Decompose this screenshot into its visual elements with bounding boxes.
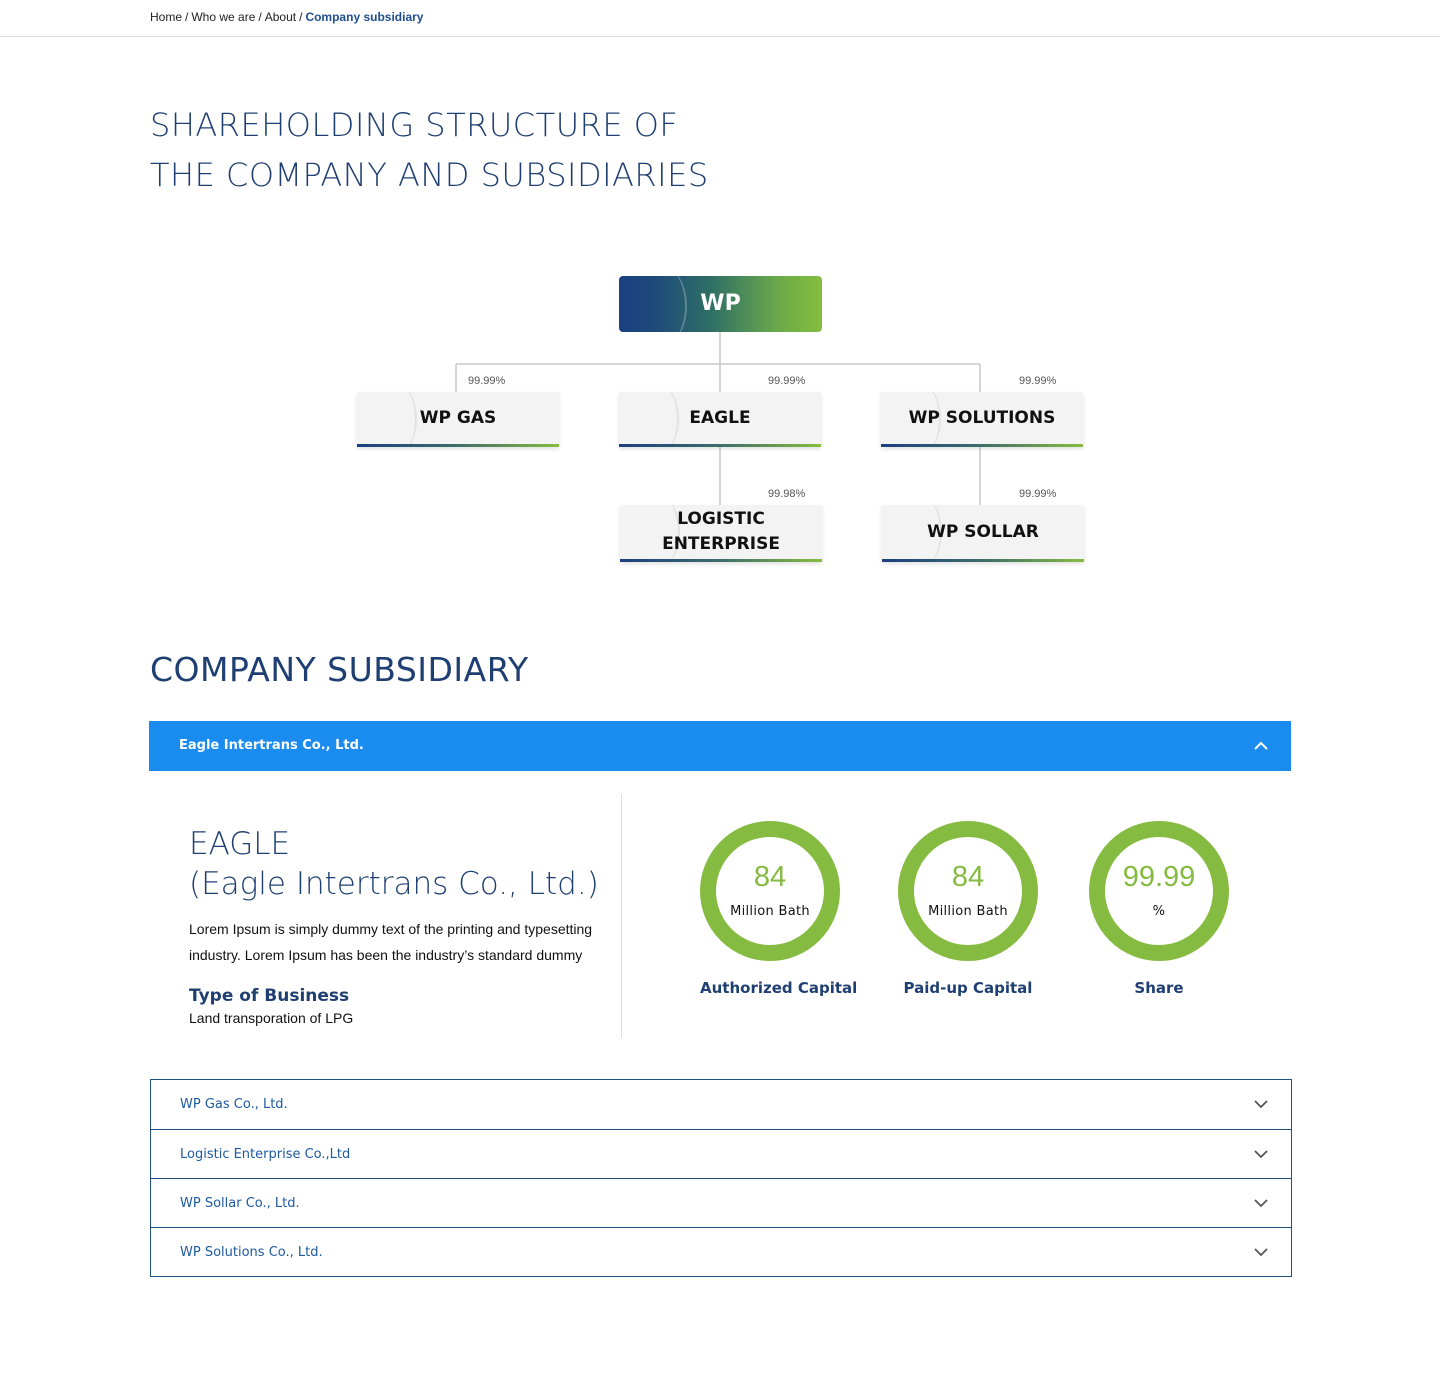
chevron-down-icon[interactable] xyxy=(1253,1146,1269,1162)
org-node-wpsolutions: WP SOLUTIONS xyxy=(881,392,1083,447)
org-node-label: WP SOLLAR xyxy=(927,521,1039,542)
company-detail: EAGLE (Eagle Intertrans Co., Ltd.) Lorem… xyxy=(189,824,609,1026)
share-pct-eagle: 99.99% xyxy=(768,375,806,387)
breadcrumb-home[interactable]: Home xyxy=(150,10,182,24)
chevron-up-icon[interactable] xyxy=(1253,738,1269,754)
page-title-line1: SHAREHOLDING STRUCTURE OF xyxy=(150,106,679,144)
chevron-down-icon[interactable] xyxy=(1253,1244,1269,1260)
shareholding-org-chart: WP 99.99% 99.99% 99.99% 99.98% 99.99% WP… xyxy=(0,0,1440,620)
company-name-full: (Eagle Intertrans Co., Ltd.) xyxy=(189,866,599,902)
chevron-down-icon[interactable] xyxy=(1253,1096,1269,1112)
breadcrumb-current: Company subsidiary xyxy=(305,10,424,24)
stat-unit: Million Bath xyxy=(730,904,810,919)
company-description: Lorem Ipsum is simply dummy text of the … xyxy=(189,921,593,963)
stat-ring: 84 Million Bath xyxy=(898,821,1038,961)
accordion-header-eagle[interactable]: Eagle Intertrans Co., Ltd. xyxy=(149,721,1291,771)
stat-value: 84 xyxy=(753,861,787,893)
page-title-line2: THE COMPANY AND SUBSIDIARIES xyxy=(150,156,709,194)
org-node-wpgas: WP GAS xyxy=(357,392,559,447)
stat-caption: Share xyxy=(1134,979,1184,997)
breadcrumb: Home / Who we are / About / Company subsidiary xyxy=(150,10,424,24)
accordion-item-wp-sollar[interactable]: WP Sollar Co., Ltd. xyxy=(151,1178,1291,1227)
detail-divider xyxy=(621,794,622,1038)
stat-share: 99.99 % Share xyxy=(1089,821,1229,997)
stat-unit: % xyxy=(1152,904,1166,919)
stat-authorized-capital: 84 Million Bath Authorized Capital xyxy=(700,821,858,997)
accordion-header-label: Eagle Intertrans Co., Ltd. xyxy=(179,738,364,753)
org-node-label: WP GAS xyxy=(419,407,497,428)
accordion-item-logistic[interactable]: Logistic Enterprise Co.,Ltd xyxy=(151,1129,1291,1178)
stat-value: 99.99 xyxy=(1122,861,1196,893)
share-pct-wpsolutions: 99.99% xyxy=(1019,375,1057,387)
breadcrumb-who-we-are[interactable]: Who we are xyxy=(191,10,255,24)
share-pct-logistic: 99.98% xyxy=(768,488,806,500)
accordion-item-wp-gas[interactable]: WP Gas Co., Ltd. xyxy=(151,1080,1291,1129)
stat-value: 84 xyxy=(951,861,985,893)
accordion-item-wp-solutions[interactable]: WP Solutions Co., Ltd. xyxy=(151,1227,1291,1276)
accordion-item-label: Logistic Enterprise Co.,Ltd xyxy=(180,1147,351,1162)
subsidiary-section-title: COMPANY SUBSIDIARY xyxy=(150,650,529,689)
org-node-logistic: LOGISTIC ENTERPRISE xyxy=(620,505,822,562)
stat-ring: 99.99 % xyxy=(1089,821,1229,961)
accordion-item-label: WP Sollar Co., Ltd. xyxy=(180,1196,300,1211)
org-node-label: LOGISTIC ENTERPRISE xyxy=(662,509,780,554)
share-pct-wpsollar: 99.99% xyxy=(1019,488,1057,500)
org-node-label: EAGLE xyxy=(689,407,751,428)
stat-caption: Authorized Capital xyxy=(700,979,858,997)
company-name: EAGLE (Eagle Intertrans Co., Ltd.) xyxy=(189,824,609,904)
accordion-list: WP Gas Co., Ltd. Logistic Enterprise Co.… xyxy=(150,1079,1292,1277)
breadcrumb-bar: Home / Who we are / About / Company subsidiary xyxy=(0,0,1440,37)
type-of-business-label: Type of Business xyxy=(189,986,350,1006)
chevron-down-icon[interactable] xyxy=(1253,1195,1269,1211)
stat-ring: 84 Million Bath xyxy=(700,821,840,961)
org-node-root: WP xyxy=(619,276,822,332)
accordion-item-label: WP Solutions Co., Ltd. xyxy=(180,1245,323,1260)
page-title: SHAREHOLDING STRUCTURE OF THE COMPANY AN… xyxy=(150,100,709,200)
type-of-business-value: Land transporation of LPG xyxy=(189,1010,354,1026)
stat-paidup-capital: 84 Million Bath Paid-up Capital xyxy=(898,821,1038,997)
org-node-wpsollar: WP SOLLAR xyxy=(882,505,1084,562)
breadcrumb-about[interactable]: About xyxy=(265,10,296,24)
org-node-eagle: EAGLE xyxy=(619,392,821,447)
stat-unit: Million Bath xyxy=(928,904,1008,919)
stat-caption: Paid-up Capital xyxy=(903,979,1033,997)
company-name-short: EAGLE xyxy=(189,826,291,862)
share-pct-wpgas: 99.99% xyxy=(468,375,506,387)
org-node-label: WP SOLUTIONS xyxy=(908,407,1056,428)
accordion-item-label: WP Gas Co., Ltd. xyxy=(180,1097,288,1112)
org-node-root-label: WP xyxy=(700,291,741,316)
